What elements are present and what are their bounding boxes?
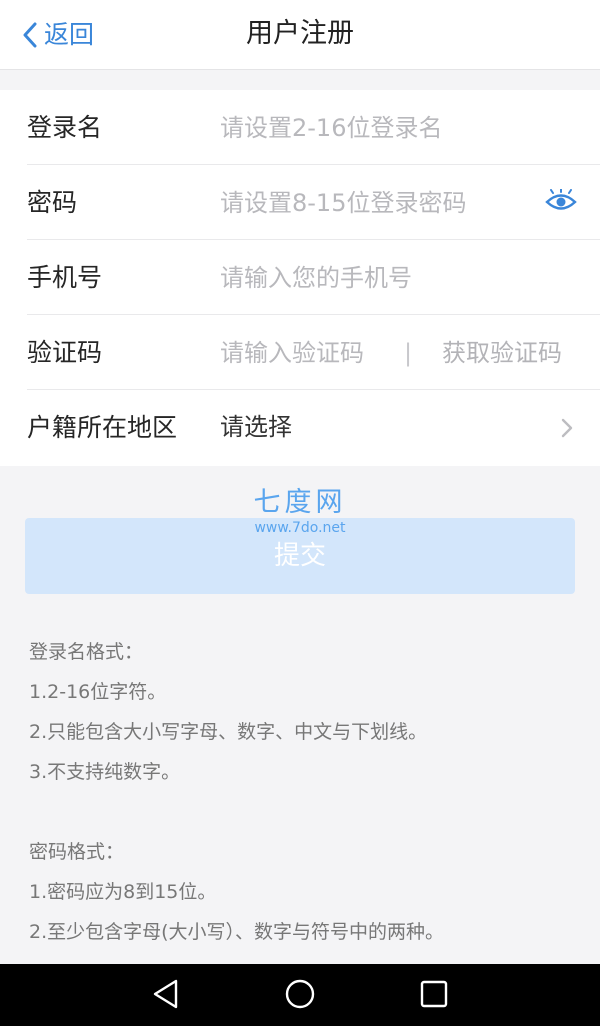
password-input[interactable] (220, 183, 530, 223)
watermark-title: 七度网 (253, 487, 347, 518)
registration-form: 登录名 密码 手机号 验证码 | 获取验证码 户籍所在地区 请选择 (0, 90, 600, 466)
app-header: 返回 用户注册 (0, 0, 600, 70)
password-label: 密码 (27, 188, 78, 217)
format-rules: 登录名格式： 1.2-16位字符。 2.只能包含大小写字母、数字、中文与下划线。… (29, 636, 589, 956)
system-navbar (0, 964, 600, 1026)
login-rule-item: 2.只能包含大小写字母、数字、中文与下划线。 (29, 721, 428, 743)
code-separator: | (404, 339, 413, 367)
nav-home-icon[interactable] (284, 978, 316, 1010)
login-rule-item: 1.2-16位字符。 (29, 681, 167, 703)
password-row: 密码 (0, 165, 600, 240)
phone-input[interactable] (220, 258, 560, 298)
login-name-row: 登录名 (0, 90, 600, 165)
password-rules-title: 密码格式： (29, 841, 125, 863)
back-button[interactable]: 返回 (22, 16, 94, 54)
chevron-left-icon (22, 22, 38, 48)
region-row[interactable]: 户籍所在地区 请选择 (0, 390, 600, 465)
nav-recents-icon[interactable] (418, 978, 450, 1010)
back-label: 返回 (44, 20, 95, 49)
code-label: 验证码 (27, 338, 103, 367)
login-rules-title: 登录名格式： (29, 641, 144, 663)
phone-row: 手机号 (0, 240, 600, 315)
code-input[interactable] (220, 333, 395, 373)
password-rule-item: 1.密码应为8到15位。 (29, 881, 217, 903)
eye-icon[interactable] (544, 188, 578, 215)
region-label: 户籍所在地区 (27, 413, 178, 442)
nav-back-icon[interactable] (150, 978, 182, 1010)
login-rule-item: 3.不支持纯数字。 (29, 761, 181, 783)
region-select[interactable]: 请选择 (220, 390, 292, 465)
get-code-button[interactable]: 获取验证码 (442, 333, 562, 373)
password-rule-item: 2.至少包含字母(大小写）、数字与符号中的两种。 (29, 921, 445, 943)
phone-label: 手机号 (27, 263, 103, 292)
submit-button[interactable]: 提交 (25, 518, 575, 594)
login-name-label: 登录名 (27, 113, 103, 142)
code-row: 验证码 | 获取验证码 (0, 315, 600, 390)
login-name-input[interactable] (220, 108, 540, 148)
chevron-right-icon (560, 417, 574, 439)
rules-spacer (29, 796, 589, 836)
